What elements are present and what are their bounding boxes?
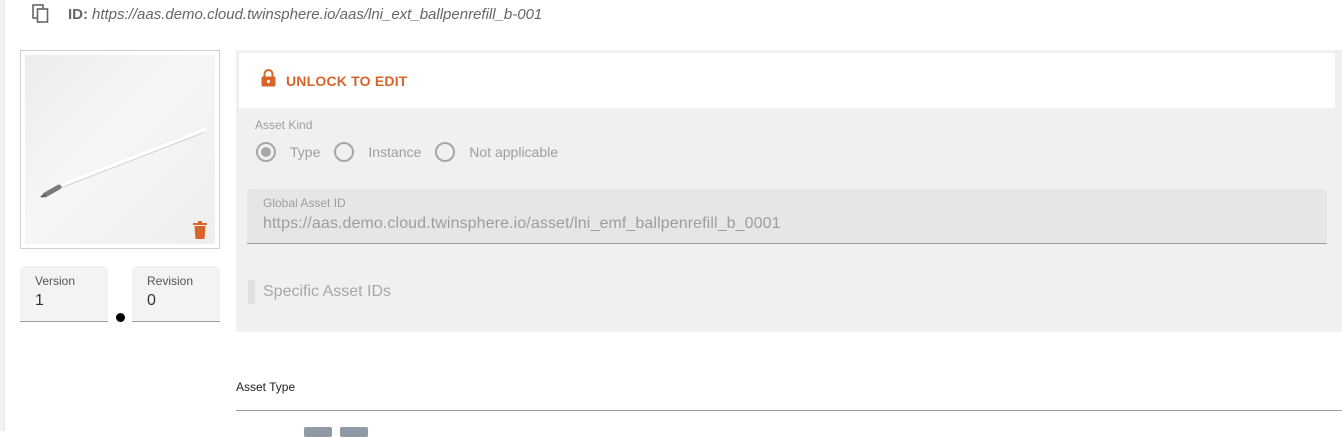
toolbar-chip-1[interactable] bbox=[304, 427, 332, 437]
unlock-label: UNLOCK TO EDIT bbox=[286, 72, 408, 89]
asset-thumbnail bbox=[20, 50, 220, 249]
global-asset-id-value: https://aas.demo.cloud.twinsphere.io/ass… bbox=[263, 215, 781, 232]
specific-asset-ids-label: Specific Asset IDs bbox=[263, 283, 392, 300]
asset-kind-not-applicable-radio[interactable] bbox=[435, 142, 456, 162]
version-value: 1 bbox=[35, 292, 44, 309]
revision-field[interactable]: Revision 0 bbox=[132, 266, 220, 322]
asset-information-panel: UNLOCK TO EDIT Asset Kind Type Instance … bbox=[236, 50, 1342, 332]
asset-kind-type-radio[interactable] bbox=[256, 142, 276, 162]
version-field[interactable]: Version 1 bbox=[20, 266, 108, 322]
id-value: https://aas.demo.cloud.twinsphere.io/aas… bbox=[92, 5, 543, 23]
specific-asset-ids-indicator bbox=[248, 280, 255, 304]
asset-kind-instance-label: Instance bbox=[368, 144, 422, 160]
asset-kind-type-label: Type bbox=[290, 144, 321, 160]
asset-type-divider bbox=[236, 410, 1342, 411]
version-label: Version bbox=[35, 274, 76, 288]
left-rail bbox=[0, 0, 5, 431]
asset-kind-not-applicable-label: Not applicable bbox=[469, 144, 559, 160]
toolbar-chip-2[interactable] bbox=[340, 427, 368, 437]
asset-kind-label: Asset Kind bbox=[255, 118, 313, 132]
asset-type-label: Asset Type bbox=[236, 380, 296, 394]
revision-label: Revision bbox=[147, 274, 194, 288]
thumbnail-image bbox=[25, 55, 215, 244]
trash-icon[interactable] bbox=[193, 221, 207, 239]
copy-icon[interactable] bbox=[30, 3, 52, 25]
revision-value: 0 bbox=[147, 292, 156, 309]
version-separator bbox=[116, 313, 125, 322]
global-asset-id-field[interactable]: Global Asset ID https://aas.demo.cloud.t… bbox=[247, 189, 1327, 244]
asset-kind-instance-radio[interactable] bbox=[334, 142, 355, 162]
global-asset-id-label: Global Asset ID bbox=[263, 196, 346, 210]
lock-icon bbox=[261, 69, 276, 92]
unlock-to-edit-button[interactable]: UNLOCK TO EDIT bbox=[239, 53, 1335, 108]
id-label: ID: bbox=[68, 5, 88, 23]
specific-asset-ids-section[interactable]: Specific Asset IDs bbox=[248, 280, 391, 304]
asset-kind-radio-group: Type Instance Not applicable bbox=[256, 141, 572, 163]
aas-id-row: ID: https://aas.demo.cloud.twinsphere.io… bbox=[30, 3, 542, 25]
